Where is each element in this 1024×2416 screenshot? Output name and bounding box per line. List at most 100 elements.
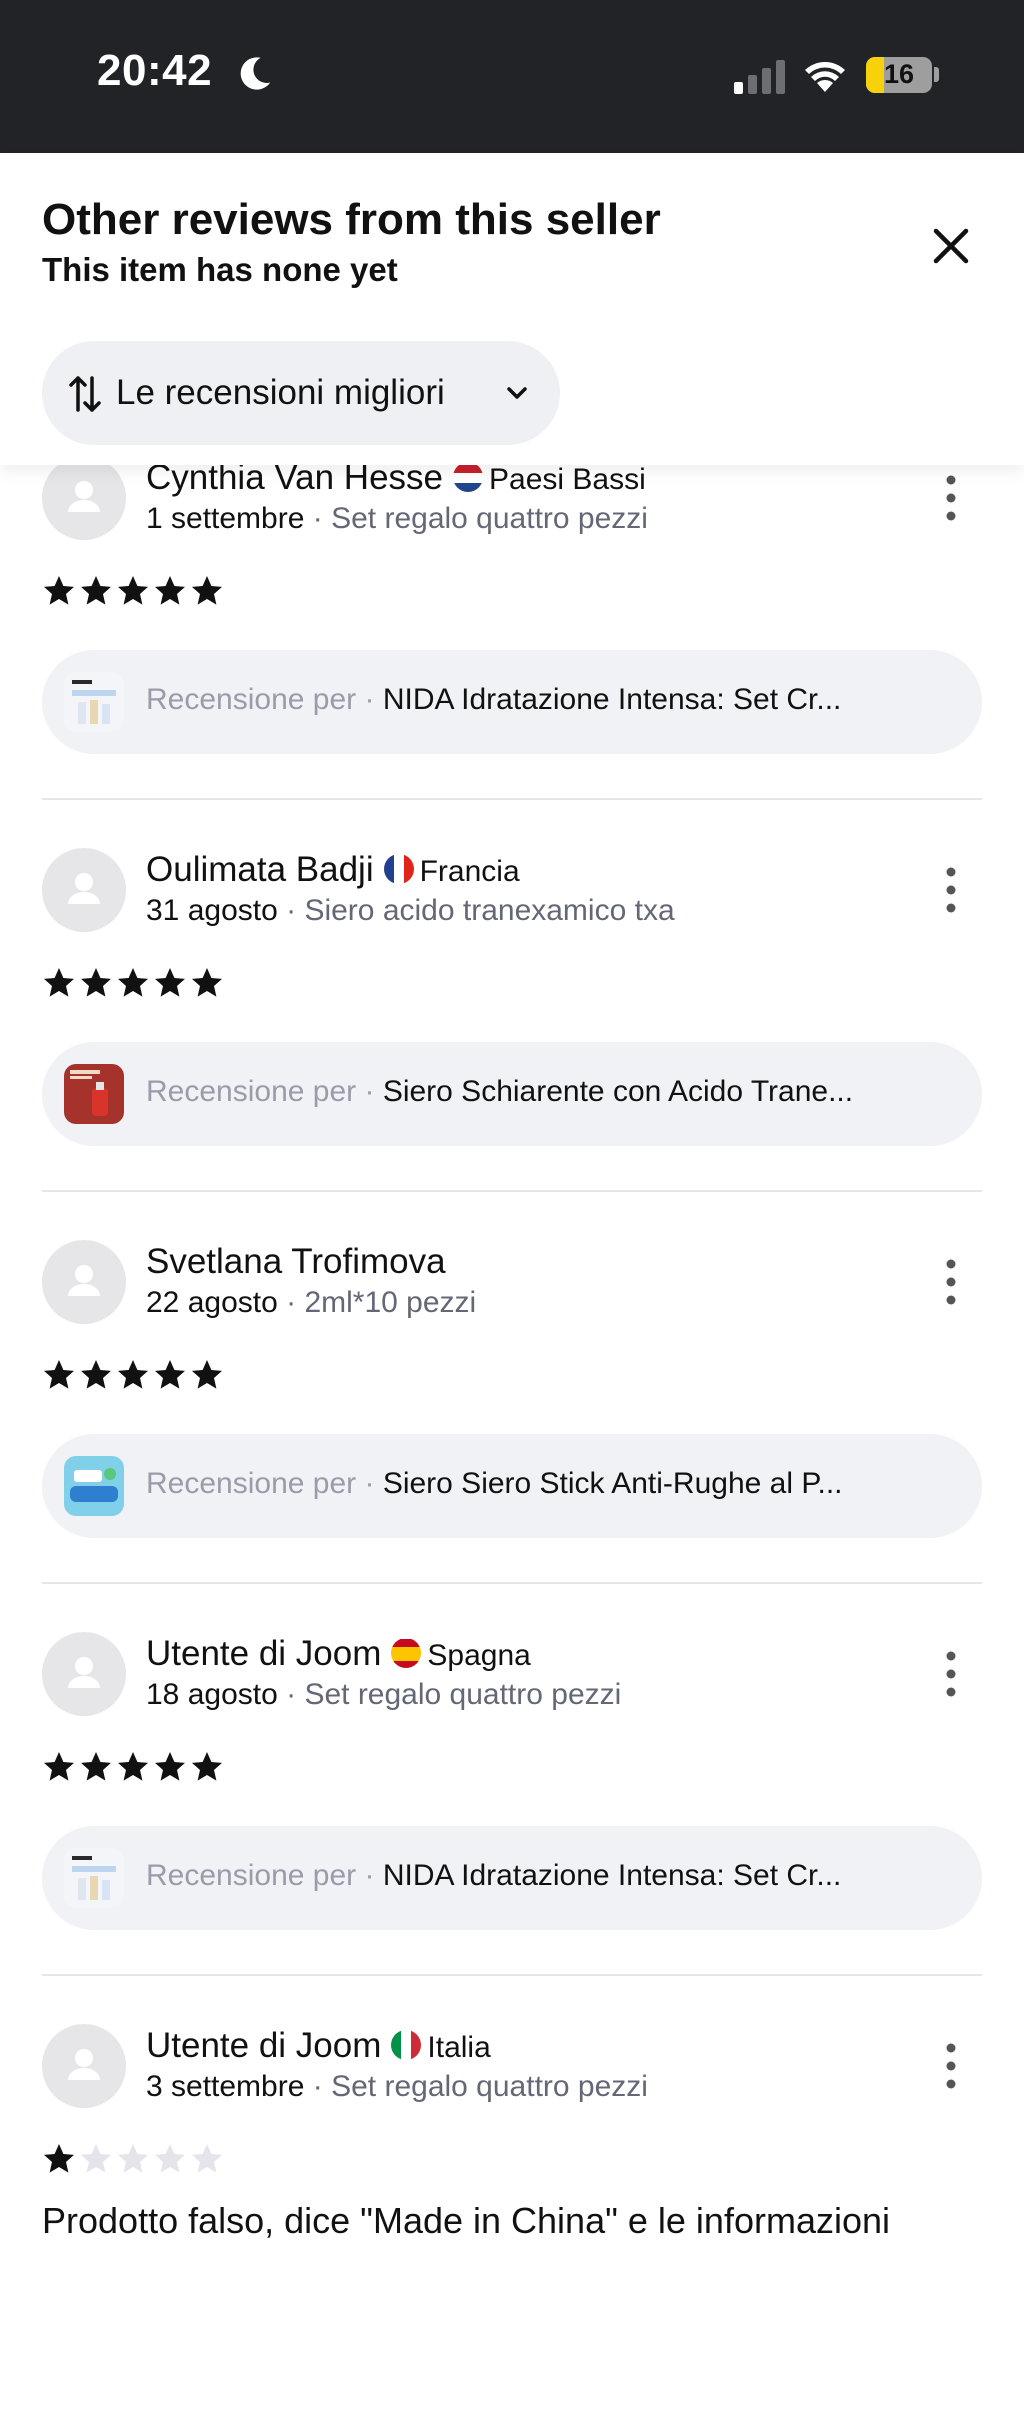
product-link[interactable]: Recensione per · NIDA Idratazione Intens… — [42, 1826, 982, 1930]
product-name: NIDA Idratazione Intensa: Set Cr... — [382, 1859, 842, 1892]
star-rating — [42, 966, 224, 1006]
more-options-icon[interactable] — [936, 1252, 966, 1312]
star-filled-icon — [192, 1360, 222, 1389]
battery-tip — [934, 67, 939, 82]
product-thumbnail — [64, 1064, 124, 1124]
reviewer-name[interactable]: Utente di Joom — [146, 2026, 381, 2065]
product-name: Siero Schiarente con Acido Trane... — [382, 1075, 854, 1108]
star-rating — [42, 1358, 224, 1398]
product-name: Siero Siero Stick Anti-Rughe al P... — [382, 1467, 843, 1500]
reviewer-country: Italia — [427, 2031, 491, 2064]
review-date: 22 agosto — [146, 1286, 278, 1319]
spain-flag — [391, 1638, 422, 1668]
status-time: 20:42 — [97, 46, 213, 95]
sort-label: Le recensioni migliori — [116, 373, 445, 412]
divider — [42, 1582, 982, 1584]
star-filled-icon — [155, 1752, 185, 1781]
avatar[interactable] — [42, 848, 126, 932]
star-filled-icon — [44, 1752, 74, 1781]
user-icon — [68, 873, 100, 904]
star-filled-icon — [192, 576, 222, 605]
star-filled-icon — [81, 1752, 111, 1781]
more-options-icon[interactable] — [936, 1644, 966, 1704]
review-item: Oulimata Badji Francia 31 agosto · Siero a… — [0, 848, 1024, 1240]
reviewer-country: Spagna — [427, 1639, 531, 1672]
star-rating — [42, 1750, 224, 1790]
user-icon — [68, 1265, 100, 1296]
avatar[interactable] — [42, 2024, 126, 2108]
star-filled-icon — [192, 968, 222, 997]
review-date: 31 agosto — [146, 894, 278, 927]
star-empty-icon — [81, 2144, 111, 2173]
divider — [42, 1974, 982, 1976]
product-link[interactable]: Recensione per · Siero Schiarente con Ac… — [42, 1042, 982, 1146]
review-variant: · 2ml*10 pezzi — [286, 1286, 477, 1319]
user-icon — [68, 1657, 100, 1688]
star-filled-icon — [44, 1360, 74, 1389]
review-variant: · Set regalo quattro pezzi — [286, 1678, 622, 1711]
star-filled-icon — [44, 2144, 74, 2173]
product-link[interactable]: Recensione per · Siero Siero Stick Anti-… — [42, 1434, 982, 1538]
review-for-label: Recensione per · — [146, 1859, 375, 1892]
more-options-icon[interactable] — [936, 860, 966, 920]
star-filled-icon — [81, 576, 111, 605]
star-empty-icon — [155, 2144, 185, 2173]
review-date: 3 settembre — [146, 2070, 305, 2103]
divider — [42, 798, 982, 800]
avatar[interactable] — [42, 1632, 126, 1716]
review-for-label: Recensione per · — [146, 683, 375, 716]
reviewer-country: Paesi Bassi — [489, 463, 646, 496]
review-text: Prodotto falso, dice "Made in China" e l… — [42, 2200, 891, 2241]
star-filled-icon — [118, 968, 148, 997]
review-for-label: Recensione per · — [146, 1075, 375, 1108]
close-icon[interactable] — [924, 219, 978, 273]
reviewer-name[interactable]: Utente di Joom — [146, 1634, 381, 1673]
product-name: NIDA Idratazione Intensa: Set Cr... — [382, 683, 842, 716]
more-options-icon[interactable] — [936, 468, 966, 528]
product-link[interactable]: Recensione per · NIDA Idratazione Intens… — [42, 650, 982, 754]
sheet-subtitle: This item has none yet — [42, 251, 398, 288]
reviewer-name[interactable]: Oulimata Badji — [146, 850, 374, 889]
review-item: Svetlana Trofimova 22 agosto · 2ml*10 pez… — [0, 1240, 1024, 1632]
review-item: Cynthia Van Hesse Paesi Bassi 1 settembre … — [0, 456, 1024, 848]
product-thumbnail — [64, 1848, 124, 1908]
reviewer-name[interactable]: Svetlana Trofimova — [146, 1242, 446, 1281]
star-filled-icon — [118, 1360, 148, 1389]
sort-dropdown[interactable]: Le recensioni migliori — [42, 341, 560, 445]
review-variant: · Set regalo quattro pezzi — [312, 502, 648, 535]
product-thumbnail — [64, 1456, 124, 1516]
review-item: Utente di Joom Spagna 18 agosto · Set rega… — [0, 1632, 1024, 2024]
star-filled-icon — [118, 576, 148, 605]
review-date: 1 settembre — [146, 502, 305, 535]
netherlands-flag — [453, 462, 484, 492]
star-filled-icon — [44, 968, 74, 997]
star-empty-icon — [192, 2144, 222, 2173]
star-filled-icon — [81, 1360, 111, 1389]
star-rating — [42, 574, 224, 614]
moon-icon — [240, 57, 271, 90]
reviewer-country: Francia — [419, 855, 520, 888]
star-rating — [42, 2142, 224, 2182]
battery-level: 16 — [883, 59, 915, 89]
sheet-header: Other reviews from this seller This item… — [0, 153, 1024, 465]
star-filled-icon — [44, 576, 74, 605]
avatar[interactable] — [42, 1240, 126, 1324]
review-date: 18 agosto — [146, 1678, 278, 1711]
review-variant: · Set regalo quattro pezzi — [312, 2070, 648, 2103]
user-icon — [68, 2049, 100, 2080]
review-variant: · Siero acido tranexamico txa — [286, 894, 675, 927]
avatar[interactable] — [42, 456, 126, 540]
battery-indicator: 16 — [866, 57, 932, 93]
user-icon — [68, 481, 100, 512]
sheet-title: Other reviews from this seller — [42, 195, 661, 244]
divider — [42, 1190, 982, 1192]
star-filled-icon — [155, 968, 185, 997]
italy-flag — [391, 2030, 422, 2060]
status-bar: 20:42 16 — [0, 0, 1024, 153]
review-for-label: Recensione per · — [146, 1467, 375, 1500]
more-options-icon[interactable] — [936, 2036, 966, 2096]
star-filled-icon — [192, 1752, 222, 1781]
star-filled-icon — [81, 968, 111, 997]
star-empty-icon — [118, 2144, 148, 2173]
star-filled-icon — [155, 1360, 185, 1389]
